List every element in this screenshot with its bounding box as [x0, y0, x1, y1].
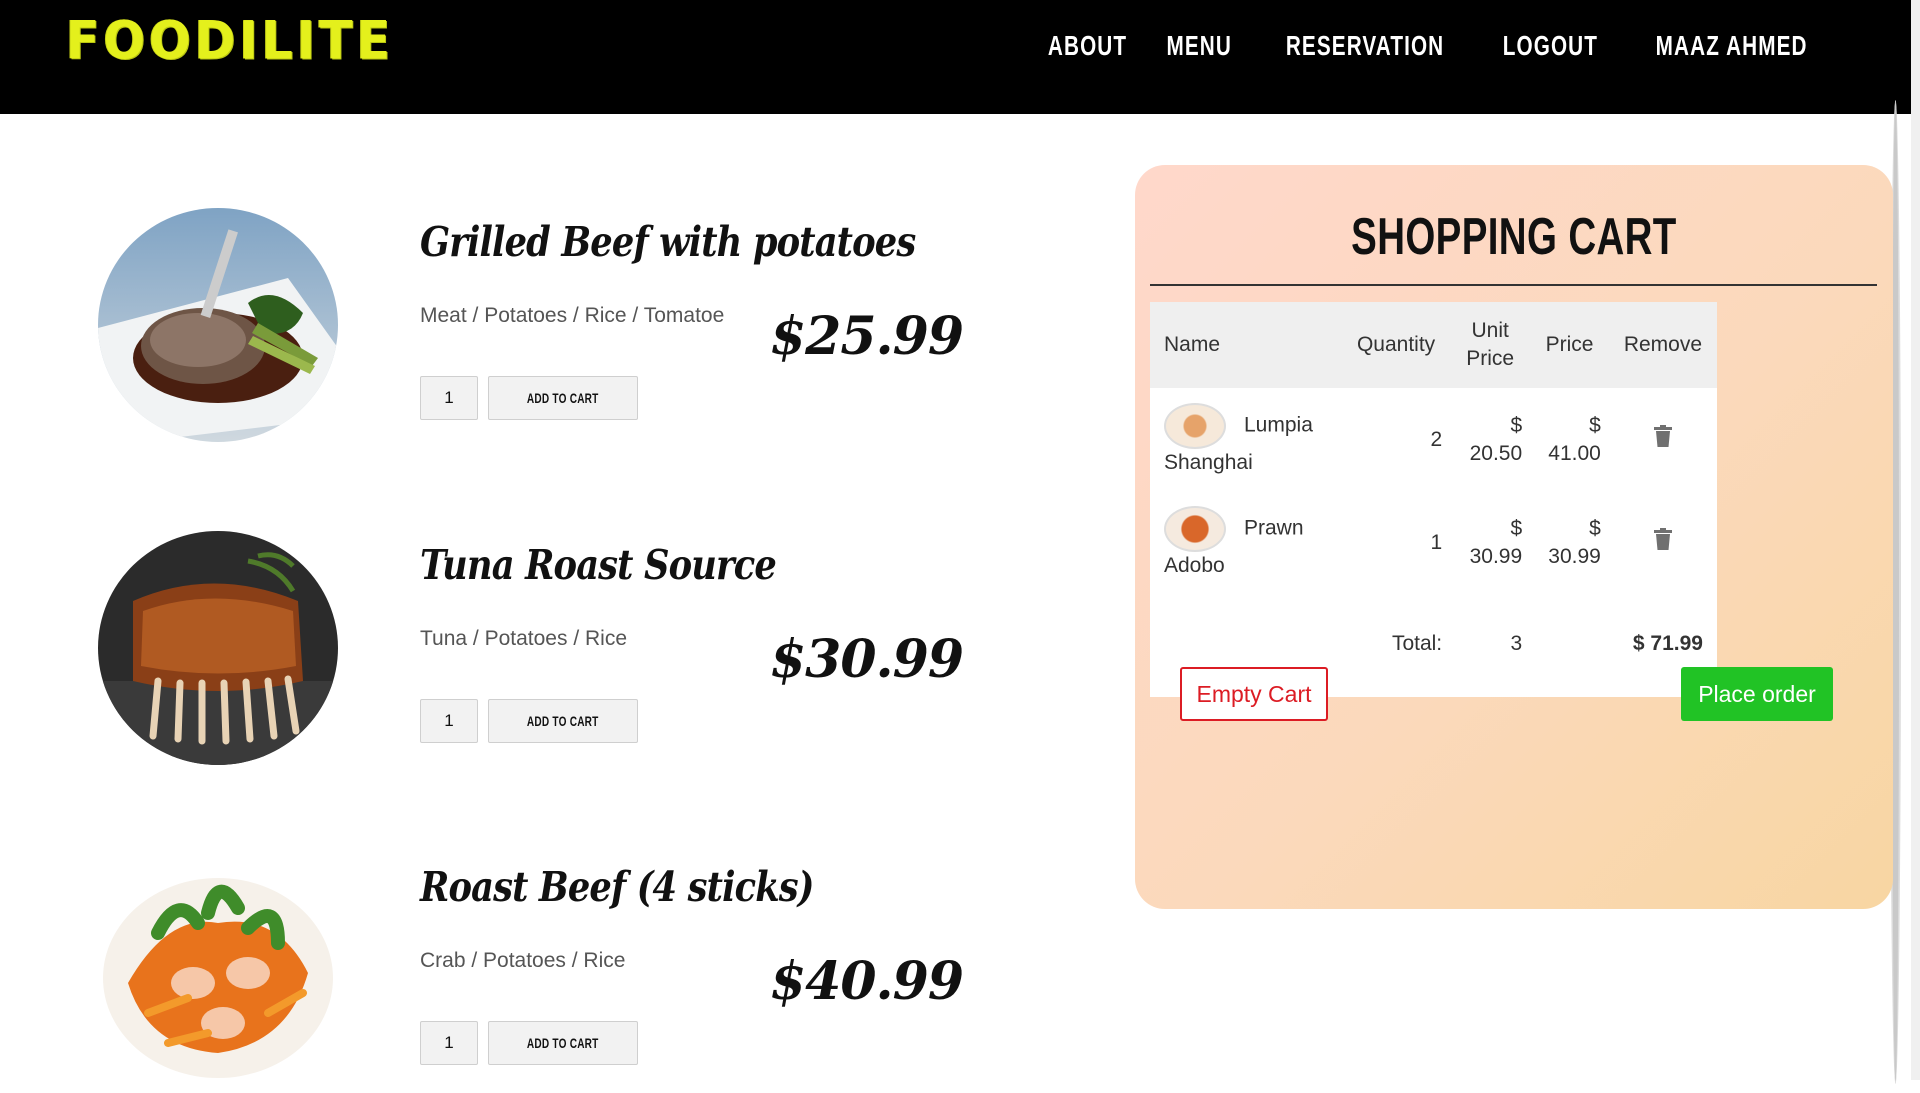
main-nav: ABOUT MENU RESERVATION LOGOUT MAAZ AHMED: [1048, 27, 1820, 65]
cart-item-thumbnail: [1164, 402, 1226, 449]
dish-name: Roast Beef (4 sticks): [420, 863, 814, 911]
cart-item-quantity: 2: [1430, 427, 1443, 451]
unit-price-value: 30.99: [1469, 544, 1523, 568]
nav-user-profile[interactable]: MAAZ AHMED: [1655, 27, 1807, 65]
cart-item-price: $30.99: [1530, 491, 1609, 594]
dish-image-shrimp-salad: [98, 853, 338, 1087]
cart-item-unit-price: $30.99: [1450, 491, 1530, 594]
total-quantity: 3: [1510, 631, 1523, 655]
nav-menu[interactable]: MENU: [1167, 27, 1232, 65]
menu-item: Tuna Roast Source Tuna / Potatoes / Rice…: [0, 531, 1000, 771]
cart-item-quantity: 1: [1430, 530, 1443, 554]
column-header-remove: Remove: [1623, 333, 1703, 356]
dish-price: $40.99: [770, 951, 964, 1012]
dish-ingredients: Meat / Potatoes / Rice / Tomatoe: [420, 304, 725, 327]
nav-reservation[interactable]: RESERVATION: [1286, 27, 1444, 65]
currency-symbol: $: [1589, 413, 1601, 437]
price-value: 30.99: [1548, 544, 1601, 568]
menu-item: Grilled Beef with potatoes Meat / Potato…: [0, 208, 1000, 448]
trash-icon[interactable]: [1653, 424, 1672, 455]
currency-symbol: $: [1510, 516, 1523, 540]
currency-symbol: $: [1589, 516, 1601, 540]
dish-image-roast-ribs: [98, 531, 338, 765]
add-to-cart-button[interactable]: ADD TO CART: [488, 1021, 638, 1065]
cart-item-price: $41.00: [1530, 388, 1609, 491]
cart-row: Prawn Adobo 1 $30.99 $30.99: [1150, 491, 1717, 594]
add-to-cart-label: ADD TO CART: [527, 390, 599, 406]
currency-symbol: $: [1510, 413, 1523, 437]
dish-ingredients: Crab / Potatoes / Rice: [420, 949, 626, 972]
column-header-quantity: Quantity: [1356, 333, 1436, 356]
cart-item-unit-price: $20.50: [1450, 388, 1530, 491]
cart-divider: [1150, 284, 1877, 286]
dish-name: Tuna Roast Source: [420, 541, 777, 589]
dish-ingredients: Tuna / Potatoes / Rice: [420, 627, 627, 650]
shopping-cart-panel: SHOPPING CART Name Quantity Unit Price P…: [1135, 165, 1893, 909]
brand-logo[interactable]: FOODILITE: [66, 14, 394, 67]
price-value: 41.00: [1548, 441, 1601, 465]
column-header-price: Price: [1545, 333, 1594, 356]
cart-item-thumbnail: [1164, 505, 1226, 552]
empty-cart-button[interactable]: Empty Cart: [1180, 667, 1328, 721]
dish-price: $30.99: [770, 629, 964, 690]
cart-title: SHOPPING CART: [1135, 207, 1893, 267]
column-header-name: Name: [1164, 333, 1221, 356]
place-order-button[interactable]: Place order: [1681, 667, 1833, 721]
dish-price: $25.99: [770, 306, 964, 367]
quantity-input[interactable]: [420, 1021, 478, 1065]
add-to-cart-label: ADD TO CART: [527, 713, 599, 729]
quantity-input[interactable]: [420, 376, 478, 420]
add-to-cart-button[interactable]: ADD TO CART: [488, 376, 638, 420]
remove-cell: [1609, 491, 1717, 594]
trash-icon[interactable]: [1653, 527, 1672, 558]
add-to-cart-label: ADD TO CART: [527, 1035, 599, 1051]
dish-image-grilled-beef: [98, 208, 338, 442]
cart-row: Lumpia Shanghai 2 $20.50 $41.00: [1150, 388, 1717, 491]
unit-price-value: 20.50: [1469, 441, 1523, 465]
page-scrollbar[interactable]: [1890, 0, 1920, 1084]
cart-item-name-cell: Prawn Adobo: [1150, 491, 1342, 594]
column-header-unit-price: Unit Price: [1466, 319, 1515, 370]
cart-title-text: SHOPPING CART: [1351, 208, 1677, 266]
nav-logout[interactable]: LOGOUT: [1503, 27, 1598, 65]
cart-table-header: Name Quantity Unit Price Price Remove: [1150, 302, 1717, 388]
top-navbar: FOODILITE ABOUT MENU RESERVATION LOGOUT …: [0, 0, 1920, 114]
dish-name: Grilled Beef with potatoes: [420, 218, 916, 266]
remove-cell: [1609, 388, 1717, 491]
nav-about[interactable]: ABOUT: [1048, 27, 1127, 65]
add-to-cart-button[interactable]: ADD TO CART: [488, 699, 638, 743]
cart-table: Name Quantity Unit Price Price Remove Lu…: [1150, 302, 1717, 697]
quantity-input[interactable]: [420, 699, 478, 743]
menu-item: Roast Beef (4 sticks) Crab / Potatoes / …: [0, 853, 1000, 1093]
cart-item-name-cell: Lumpia Shanghai: [1150, 388, 1342, 491]
